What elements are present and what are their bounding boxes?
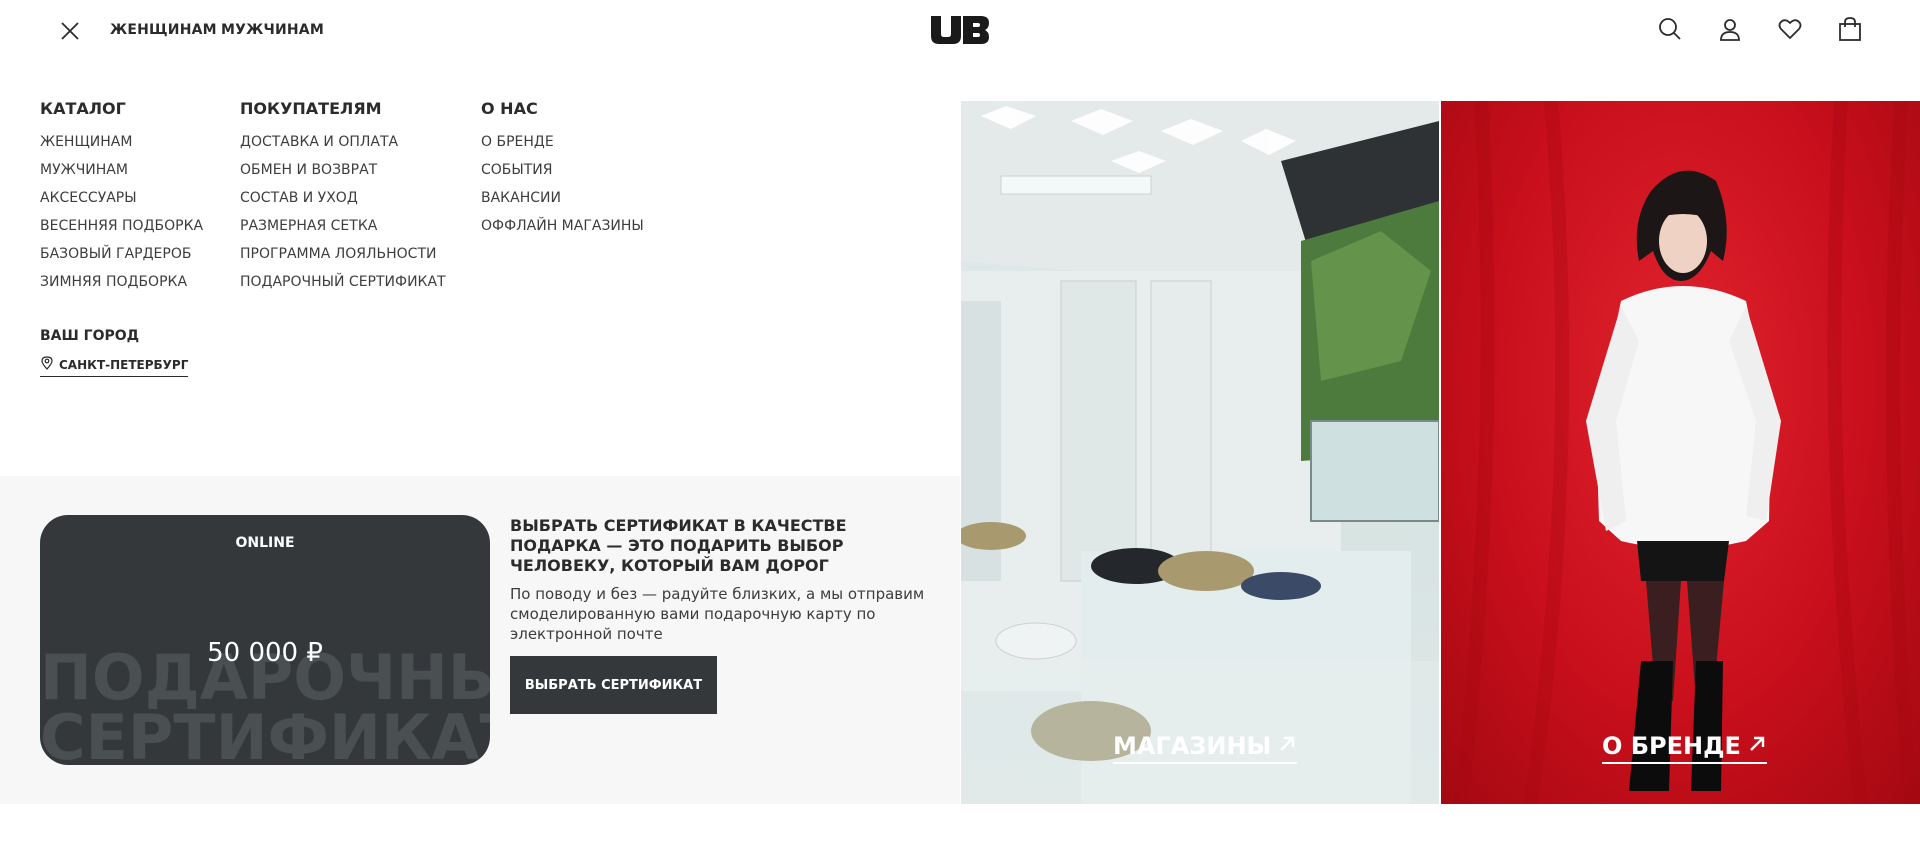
brand-model-image	[1454, 101, 1918, 804]
favorites-heart-icon[interactable]	[1777, 16, 1803, 42]
brand-logo[interactable]	[929, 14, 991, 46]
stores-link-label: МАГАЗИНЫ	[1113, 732, 1272, 760]
nav-women-link[interactable]: ЖЕНЩИНАМ	[110, 22, 217, 38]
catalog-title: КАТАЛОГ	[40, 99, 126, 118]
about-title: О НАС	[481, 99, 538, 118]
city-value: САНКТ-ПЕТЕРБУРГ	[59, 357, 189, 372]
about-item-brand[interactable]: О БРЕНДЕ	[481, 128, 644, 156]
arrow-up-right-icon	[1747, 732, 1767, 760]
cart-bag-icon[interactable]	[1837, 16, 1863, 42]
buyers-title: ПОКУПАТЕЛЯМ	[240, 99, 382, 118]
gift-heading: ВЫБРАТЬ СЕРТИФИКАТ В КАЧЕСТВЕ ПОДАРКА — …	[510, 516, 847, 575]
gift-description: По поводу и без — радуйте близких, а мы …	[510, 585, 925, 643]
catalog-item-spring[interactable]: ВЕСЕННЯЯ ПОДБОРКА	[40, 212, 203, 240]
gift-card-watermark-line2: СЕРТИФИКАТ	[40, 701, 490, 766]
stores-promo-tile[interactable]: МАГАЗИНЫ	[961, 101, 1439, 804]
brand-promo-tile[interactable]: О БРЕНДЕ	[1441, 101, 1920, 804]
catalog-item-winter[interactable]: ЗИМНЯЯ ПОДБОРКА	[40, 268, 203, 296]
gift-card-preview[interactable]: ПОДАРОЧНЫЙ СЕРТИФИКАТ ONLINE 50 000 ₽	[40, 515, 490, 765]
choose-certificate-button[interactable]: ВЫБРАТЬ СЕРТИФИКАТ	[510, 656, 717, 714]
about-item-events[interactable]: СОБЫТИЯ	[481, 156, 644, 184]
store-interior-image	[961, 101, 1439, 804]
city-title: ВАШ ГОРОД	[40, 328, 140, 344]
buyers-item-sizes[interactable]: РАЗМЕРНАЯ СЕТКА	[240, 212, 446, 240]
catalog-item-basic[interactable]: БАЗОВЫЙ ГАРДЕРОБ	[40, 240, 203, 268]
catalog-item-women[interactable]: ЖЕНЩИНАМ	[40, 128, 203, 156]
buyers-item-gift-card[interactable]: ПОДАРОЧНЫЙ СЕРТИФИКАТ	[240, 268, 446, 296]
brand-link[interactable]: О БРЕНДЕ	[1602, 732, 1767, 764]
buyers-menu: ПОКУПАТЕЛЯМ ДОСТАВКА И ОПЛАТА ОБМЕН И ВО…	[240, 100, 446, 296]
buyers-item-returns[interactable]: ОБМЕН И ВОЗВРАТ	[240, 156, 446, 184]
buyers-item-care[interactable]: СОСТАВ И УХОД	[240, 184, 446, 212]
about-item-offline-stores[interactable]: ОФФЛАЙН МАГАЗИНЫ	[481, 212, 644, 240]
buyers-item-loyalty[interactable]: ПРОГРАММА ЛОЯЛЬНОСТИ	[240, 240, 446, 268]
brand-link-label: О БРЕНДЕ	[1602, 732, 1741, 760]
buyers-item-delivery[interactable]: ДОСТАВКА И ОПЛАТА	[240, 128, 446, 156]
about-menu: О НАС О БРЕНДЕ СОБЫТИЯ ВАКАНСИИ ОФФЛАЙН …	[481, 100, 644, 240]
gift-card-amount: 50 000 ₽	[207, 638, 323, 668]
about-item-vacancies[interactable]: ВАКАНСИИ	[481, 184, 644, 212]
gift-card-type: ONLINE	[235, 535, 295, 551]
search-icon[interactable]	[1657, 16, 1683, 42]
catalog-menu: КАТАЛОГ ЖЕНЩИНАМ МУЖЧИНАМ АКСЕССУАРЫ ВЕС…	[40, 100, 203, 296]
close-icon[interactable]	[58, 19, 82, 43]
header: ЖЕНЩИНАМ МУЖЧИНАМ	[0, 0, 1920, 60]
account-icon[interactable]	[1717, 16, 1743, 42]
nav-men-link[interactable]: МУЖЧИНАМ	[221, 22, 324, 38]
gift-certificate-section: ПОДАРОЧНЫЙ СЕРТИФИКАТ ONLINE 50 000 ₽ ВЫ…	[0, 476, 960, 804]
location-pin-icon	[40, 356, 54, 373]
stores-link[interactable]: МАГАЗИНЫ	[1113, 732, 1298, 764]
arrow-up-right-icon	[1277, 732, 1297, 760]
catalog-item-accessories[interactable]: АКСЕССУАРЫ	[40, 184, 203, 212]
city-selector[interactable]: САНКТ-ПЕТЕРБУРГ	[40, 356, 189, 377]
catalog-item-men[interactable]: МУЖЧИНАМ	[40, 156, 203, 184]
